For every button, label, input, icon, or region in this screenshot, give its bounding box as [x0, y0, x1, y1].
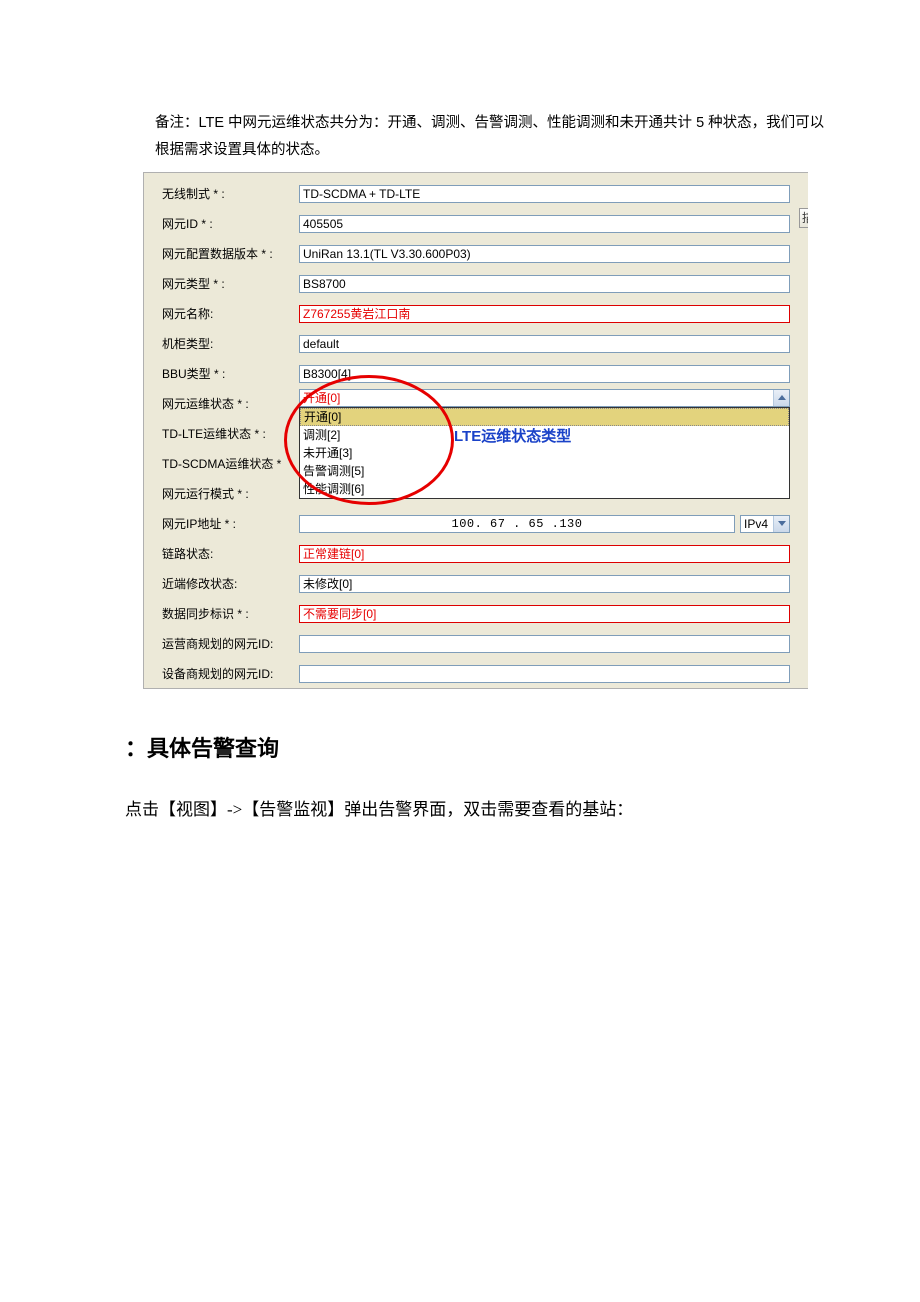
- instruction-paragraph: 点击【视图】->【告警监视】弹出告警界面，双击需要查看的基站：: [125, 793, 890, 827]
- input-sync[interactable]: 不需要同步[0]: [299, 605, 790, 623]
- input-near-mod[interactable]: 未修改[0]: [299, 575, 790, 593]
- label-cabinet: 机柜类型:: [144, 335, 299, 352]
- label-sync: 数据同步标识 * :: [144, 605, 299, 622]
- label-op-ne-id: 运营商规划的网元ID:: [144, 635, 299, 652]
- label-ne-name: 网元名称:: [144, 305, 299, 322]
- label-om-state: 网元运维状态 * :: [144, 395, 299, 412]
- row-bbu: BBU类型 * : B8300[4]: [144, 359, 808, 389]
- input-cabinet[interactable]: default: [299, 335, 790, 353]
- row-op-ne-id: 运营商规划的网元ID:: [144, 629, 808, 659]
- label-run-mode: 网元运行模式 * :: [144, 485, 299, 502]
- row-wireless-mode: 无线制式 * : TD-SCDMA + TD-LTE: [144, 179, 808, 209]
- row-ne-addr: 网元地址: B8968F分光纤无FS: [144, 683, 808, 689]
- label-ip: 网元IP地址 * :: [144, 515, 299, 532]
- row-tdscdma-state: TD-SCDMA运维状态 *: [144, 449, 808, 479]
- dropdown-om-state-value: 开通[0]: [303, 391, 340, 405]
- row-cfg-ver: 网元配置数据版本 * : UniRan 13.1(TL V3.30.600P03…: [144, 239, 808, 269]
- input-cfg-ver[interactable]: UniRan 13.1(TL V3.30.600P03): [299, 245, 790, 263]
- chevron-down-icon[interactable]: [773, 516, 789, 532]
- input-op-ne-id[interactable]: [299, 635, 790, 653]
- row-ne-type: 网元类型 * : BS8700: [144, 269, 808, 299]
- note-paragraph: 备注：LTE 中网元运维状态共分为：开通、调测、告警调测、性能调测和未开通共计 …: [155, 110, 890, 164]
- label-wireless-mode: 无线制式 * :: [144, 185, 299, 202]
- annotation-label: LTE运维状态类型: [454, 425, 571, 446]
- label-near-mod: 近端修改状态:: [144, 575, 299, 592]
- input-ne-name[interactable]: Z767255黄岩江口南: [299, 305, 790, 323]
- dropdown-om-state-header[interactable]: 开通[0]: [299, 389, 790, 407]
- input-vendor-ne-id[interactable]: [299, 665, 790, 683]
- row-ip: 网元IP地址 * : 100. 67 . 65 .130 IPv4: [144, 509, 808, 539]
- label-bbu: BBU类型 * :: [144, 365, 299, 382]
- label-cfg-ver: 网元配置数据版本 * :: [144, 245, 299, 262]
- label-tdlte-state: TD-LTE运维状态 * :: [144, 425, 299, 442]
- label-tdscdma-state: TD-SCDMA运维状态 *: [144, 455, 299, 472]
- row-near-mod: 近端修改状态: 未修改[0]: [144, 569, 808, 599]
- chevron-up-icon[interactable]: [773, 390, 789, 406]
- label-vendor-ne-id: 设备商规划的网元ID:: [144, 665, 299, 682]
- input-ne-id[interactable]: 405505: [299, 215, 790, 233]
- row-ne-name: 网元名称: Z767255黄岩江口南: [144, 299, 808, 329]
- label-ne-type: 网元类型 * :: [144, 275, 299, 292]
- row-ne-id: 网元ID * : 405505: [144, 209, 808, 239]
- section-heading: ：具体告警查询: [125, 731, 890, 763]
- row-sync: 数据同步标识 * : 不需要同步[0]: [144, 599, 808, 629]
- select-ip-proto[interactable]: IPv4: [740, 515, 790, 533]
- row-cabinet: 机柜类型: default: [144, 329, 808, 359]
- config-form-panel: 无线制式 * : TD-SCDMA + TD-LTE 网元ID * : 4055…: [143, 172, 808, 689]
- row-link: 链路状态: 正常建链[0]: [144, 539, 808, 569]
- row-run-mode: 网元运行模式 * :: [144, 479, 808, 509]
- input-wireless-mode[interactable]: TD-SCDMA + TD-LTE: [299, 185, 790, 203]
- ip-proto-value: IPv4: [744, 517, 768, 531]
- input-ip[interactable]: 100. 67 . 65 .130: [299, 515, 735, 533]
- input-ne-type[interactable]: BS8700: [299, 275, 790, 293]
- label-link: 链路状态:: [144, 545, 299, 562]
- button-partial[interactable]: 描: [799, 208, 808, 228]
- input-link[interactable]: 正常建链[0]: [299, 545, 790, 563]
- label-ne-id: 网元ID * :: [144, 215, 299, 232]
- input-bbu[interactable]: B8300[4]: [299, 365, 790, 383]
